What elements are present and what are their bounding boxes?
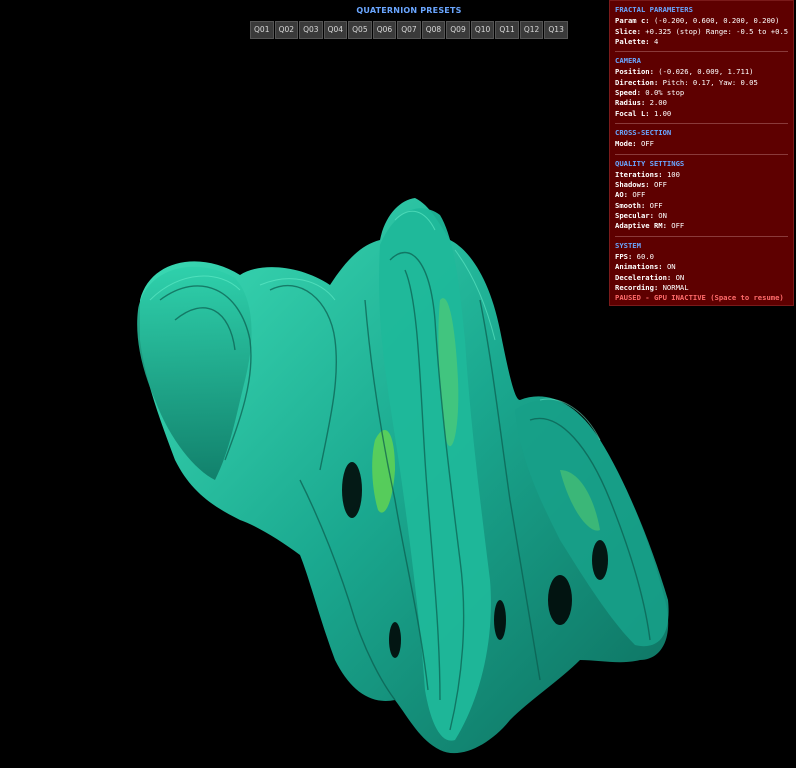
shadows-value: OFF bbox=[653, 180, 667, 190]
fps-label: FPS: bbox=[615, 251, 633, 261]
preset-button-row: Q01 Q02 Q03 Q04 Q05 Q06 Q07 Q08 Q09 Q10 … bbox=[250, 21, 568, 39]
palette-label: Palette: bbox=[615, 36, 650, 46]
ao-row: AO: OFF bbox=[615, 190, 788, 200]
preset-button-q13[interactable]: Q13 bbox=[544, 21, 568, 39]
fps-row: FPS: 60.0 bbox=[615, 252, 788, 262]
fractal-section-title: FRACTAL PARAMETERS bbox=[615, 5, 693, 14]
preset-button-q05[interactable]: Q05 bbox=[348, 21, 372, 39]
recording-value: NORMAL bbox=[662, 282, 689, 292]
quaternion-presets-bar: QUATERNION PRESETS Q01 Q02 Q03 Q04 Q05 Q… bbox=[250, 6, 568, 39]
specular-value: ON bbox=[658, 211, 667, 221]
radius-row: Radius: 2.00 bbox=[615, 98, 788, 108]
radius-value: 2.00 bbox=[649, 98, 667, 108]
shadows-label: Shadows: bbox=[615, 180, 650, 190]
preset-button-q06[interactable]: Q06 bbox=[372, 21, 397, 39]
focal-label: Focal L: bbox=[615, 108, 650, 118]
preset-button-q04[interactable]: Q04 bbox=[323, 21, 348, 39]
divider bbox=[615, 51, 788, 53]
info-panel: FRACTAL PARAMETERS Param c: (-0.200, 0.6… bbox=[609, 0, 794, 306]
iterations-label: Iterations: bbox=[615, 169, 663, 179]
position-value: (-0.026, 0.009, 1.711) bbox=[658, 67, 754, 77]
param-c-label: Param c: bbox=[615, 16, 650, 26]
focal-value: 1.00 bbox=[653, 108, 672, 118]
slice-value: +0.325 (stop) Range: -0.5 to +0.5 bbox=[645, 26, 789, 36]
cross-section-title: CROSS-SECTION bbox=[615, 127, 672, 137]
mode-value: OFF bbox=[640, 139, 654, 149]
adaptive-rm-row: Adaptive RM: OFF bbox=[615, 221, 788, 231]
fps-value: 60.0 bbox=[636, 251, 654, 261]
animations-row: Animations: ON bbox=[615, 262, 788, 272]
preset-button-q02[interactable]: Q02 bbox=[274, 21, 299, 39]
preset-button-q08[interactable]: Q08 bbox=[421, 21, 446, 39]
iterations-row: Iterations: 100 bbox=[615, 170, 788, 180]
ao-value: OFF bbox=[632, 190, 646, 200]
position-row: Position: (-0.026, 0.009, 1.711) bbox=[615, 67, 788, 77]
recording-label: Recording: bbox=[615, 282, 659, 292]
direction-label: Direction: bbox=[615, 77, 659, 87]
divider bbox=[615, 122, 788, 124]
preset-button-q01[interactable]: Q01 bbox=[250, 21, 274, 39]
preset-button-q09[interactable]: Q09 bbox=[446, 21, 470, 39]
radius-label: Radius: bbox=[615, 98, 646, 108]
animations-label: Animations: bbox=[615, 262, 663, 272]
adaptive-rm-value: OFF bbox=[671, 221, 685, 231]
preset-button-q07[interactable]: Q07 bbox=[397, 21, 421, 39]
direction-value: Pitch: 0.17, Yaw: 0.05 bbox=[662, 77, 758, 87]
deceleration-label: Deceleration: bbox=[615, 272, 672, 282]
speed-row: Speed: 0.0% stop bbox=[615, 88, 788, 98]
smooth-value: OFF bbox=[649, 200, 663, 210]
presets-title: QUATERNION PRESETS bbox=[356, 6, 462, 15]
iterations-value: 100 bbox=[666, 169, 680, 179]
adaptive-rm-label: Adaptive RM: bbox=[615, 221, 667, 231]
paused-status-text: PAUSED - GPU INACTIVE (Space to resume) bbox=[615, 293, 784, 303]
slice-label: Slice: bbox=[615, 26, 641, 36]
preset-button-q12[interactable]: Q12 bbox=[519, 21, 544, 39]
deceleration-value: ON bbox=[675, 272, 685, 282]
speed-label: Speed: bbox=[615, 88, 641, 98]
preset-button-q03[interactable]: Q03 bbox=[299, 21, 323, 39]
palette-value: 4 bbox=[653, 36, 659, 46]
smooth-label: Smooth: bbox=[615, 200, 646, 210]
direction-row: Direction: Pitch: 0.17, Yaw: 0.05 bbox=[615, 78, 788, 88]
speed-value: 0.0% stop bbox=[645, 88, 685, 98]
deceleration-row: Deceleration: ON bbox=[615, 273, 788, 283]
shadows-row: Shadows: OFF bbox=[615, 180, 788, 190]
specular-row: Specular: ON bbox=[615, 211, 788, 221]
smooth-row: Smooth: OFF bbox=[615, 201, 788, 211]
ao-label: AO: bbox=[615, 190, 628, 200]
camera-section-title: CAMERA bbox=[615, 56, 641, 66]
system-section-title: SYSTEM bbox=[615, 240, 641, 250]
quality-section-title: QUALITY SETTINGS bbox=[615, 158, 685, 168]
position-label: Position: bbox=[615, 67, 654, 77]
param-c-row: Param c: (-0.200, 0.600, 0.200, 0.200) bbox=[615, 16, 788, 26]
preset-button-q11[interactable]: Q11 bbox=[495, 21, 519, 39]
mode-label: Mode: bbox=[615, 139, 637, 149]
divider bbox=[615, 235, 788, 237]
specular-label: Specular: bbox=[615, 211, 654, 221]
recording-row: Recording: NORMAL bbox=[615, 283, 788, 293]
divider bbox=[615, 153, 788, 155]
mode-row: Mode: OFF bbox=[615, 139, 788, 149]
param-c-value: (-0.200, 0.600, 0.200, 0.200) bbox=[653, 16, 780, 26]
palette-row: Palette: 4 bbox=[615, 37, 788, 47]
animations-value: ON bbox=[666, 262, 676, 272]
preset-button-q10[interactable]: Q10 bbox=[470, 21, 495, 39]
focal-row: Focal L: 1.00 bbox=[615, 109, 788, 119]
slice-row: Slice: +0.325 (stop) Range: -0.5 to +0.5 bbox=[615, 27, 788, 37]
